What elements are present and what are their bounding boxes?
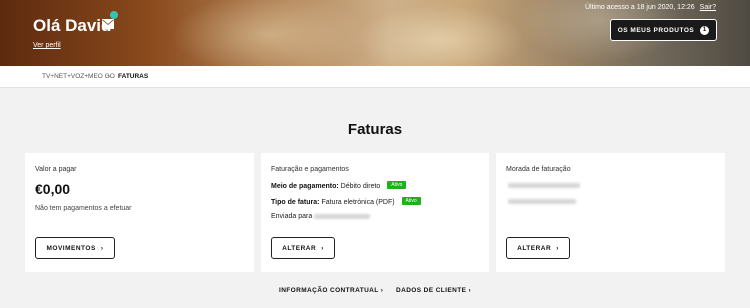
movements-button-label: MOVIMENTOS [46,244,96,252]
payment-status-text: Não tem pagamentos a efetuar [35,205,132,212]
invoice-type-status-badge: Ativo [401,197,421,205]
notification-badge [110,11,118,19]
chevron-right-icon: › [100,244,104,252]
payment-method-line: Meio de pagamento: Débito direto Ativo [271,181,407,190]
profile-header: Olá David Ver perfil Último acesso a 18 … [0,0,750,66]
billing-address-label: Morada de faturação [506,166,571,173]
breadcrumb: TV+NET+VOZ+MEO GO › FATURAS [0,66,750,88]
logout-link[interactable]: Sair? [700,4,716,11]
contract-info-label: INFORMAÇÃO CONTRATUAL [279,287,379,294]
payment-card: Valor a pagar €0,00 Não tem pagamentos a… [25,153,254,272]
redacted-email [314,213,371,219]
mail-icon[interactable] [102,19,114,29]
sent-to-line: Enviada para [271,213,371,220]
client-data-label: DADOS DE CLIENTE [396,287,467,294]
my-products-label: OS MEUS PRODUTOS [617,26,695,34]
chevron-right-icon: › [468,287,472,294]
invoice-type-value: Fatura eletrónica (PDF) [321,199,395,206]
billing-address-card: Morada de faturação ALTERAR › [496,153,725,272]
view-profile-link[interactable]: Ver perfil [33,42,61,49]
invoice-type-label: Tipo de fatura: [271,199,320,206]
chevron-right-icon: › [380,287,384,294]
change-address-button[interactable]: ALTERAR › [506,237,570,259]
contract-info-link[interactable]: INFORMAÇÃO CONTRATUAL › [279,287,383,294]
payment-method-label: Meio de pagamento: [271,183,339,190]
my-products-button[interactable]: OS MEUS PRODUTOS 1 [610,19,717,41]
change-billing-label: ALTERAR [282,244,317,252]
movements-button[interactable]: MOVIMENTOS › [35,237,115,259]
redacted-address-line [508,183,580,188]
greeting: Olá David [33,16,112,35]
chevron-right-icon: › [321,244,324,252]
products-count-badge: 1 [700,25,710,35]
breadcrumb-current: FATURAS [118,73,149,80]
amount-due-label: Valor a pagar [35,166,77,173]
breadcrumb-separator-icon: › [108,73,111,80]
change-address-label: ALTERAR [517,244,552,252]
page-title: Faturas [347,121,403,138]
client-data-link[interactable]: DADOS DE CLIENTE › [396,287,471,294]
breadcrumb-parent[interactable]: TV+NET+VOZ+MEO GO [42,73,115,80]
redacted-address-line [508,199,576,204]
payment-method-value: Débito direto [340,183,381,190]
billing-label: Faturação e pagamentos [271,166,349,173]
last-access-info: Último acesso a 18 jun 2020, 12:26 Sair? [585,4,716,11]
payment-method-status-badge: Ativo [387,181,407,189]
change-billing-button[interactable]: ALTERAR › [271,237,335,259]
chevron-right-icon: › [556,244,559,252]
sent-to-label: Enviada para [271,213,313,220]
billing-card: Faturação e pagamentos Meio de pagamento… [261,153,489,272]
invoice-type-line: Tipo de fatura: Fatura eletrónica (PDF) … [271,197,421,206]
last-access-text: Último acesso a 18 jun 2020, 12:26 [584,4,695,11]
amount-due-value: €0,00 [35,181,71,197]
